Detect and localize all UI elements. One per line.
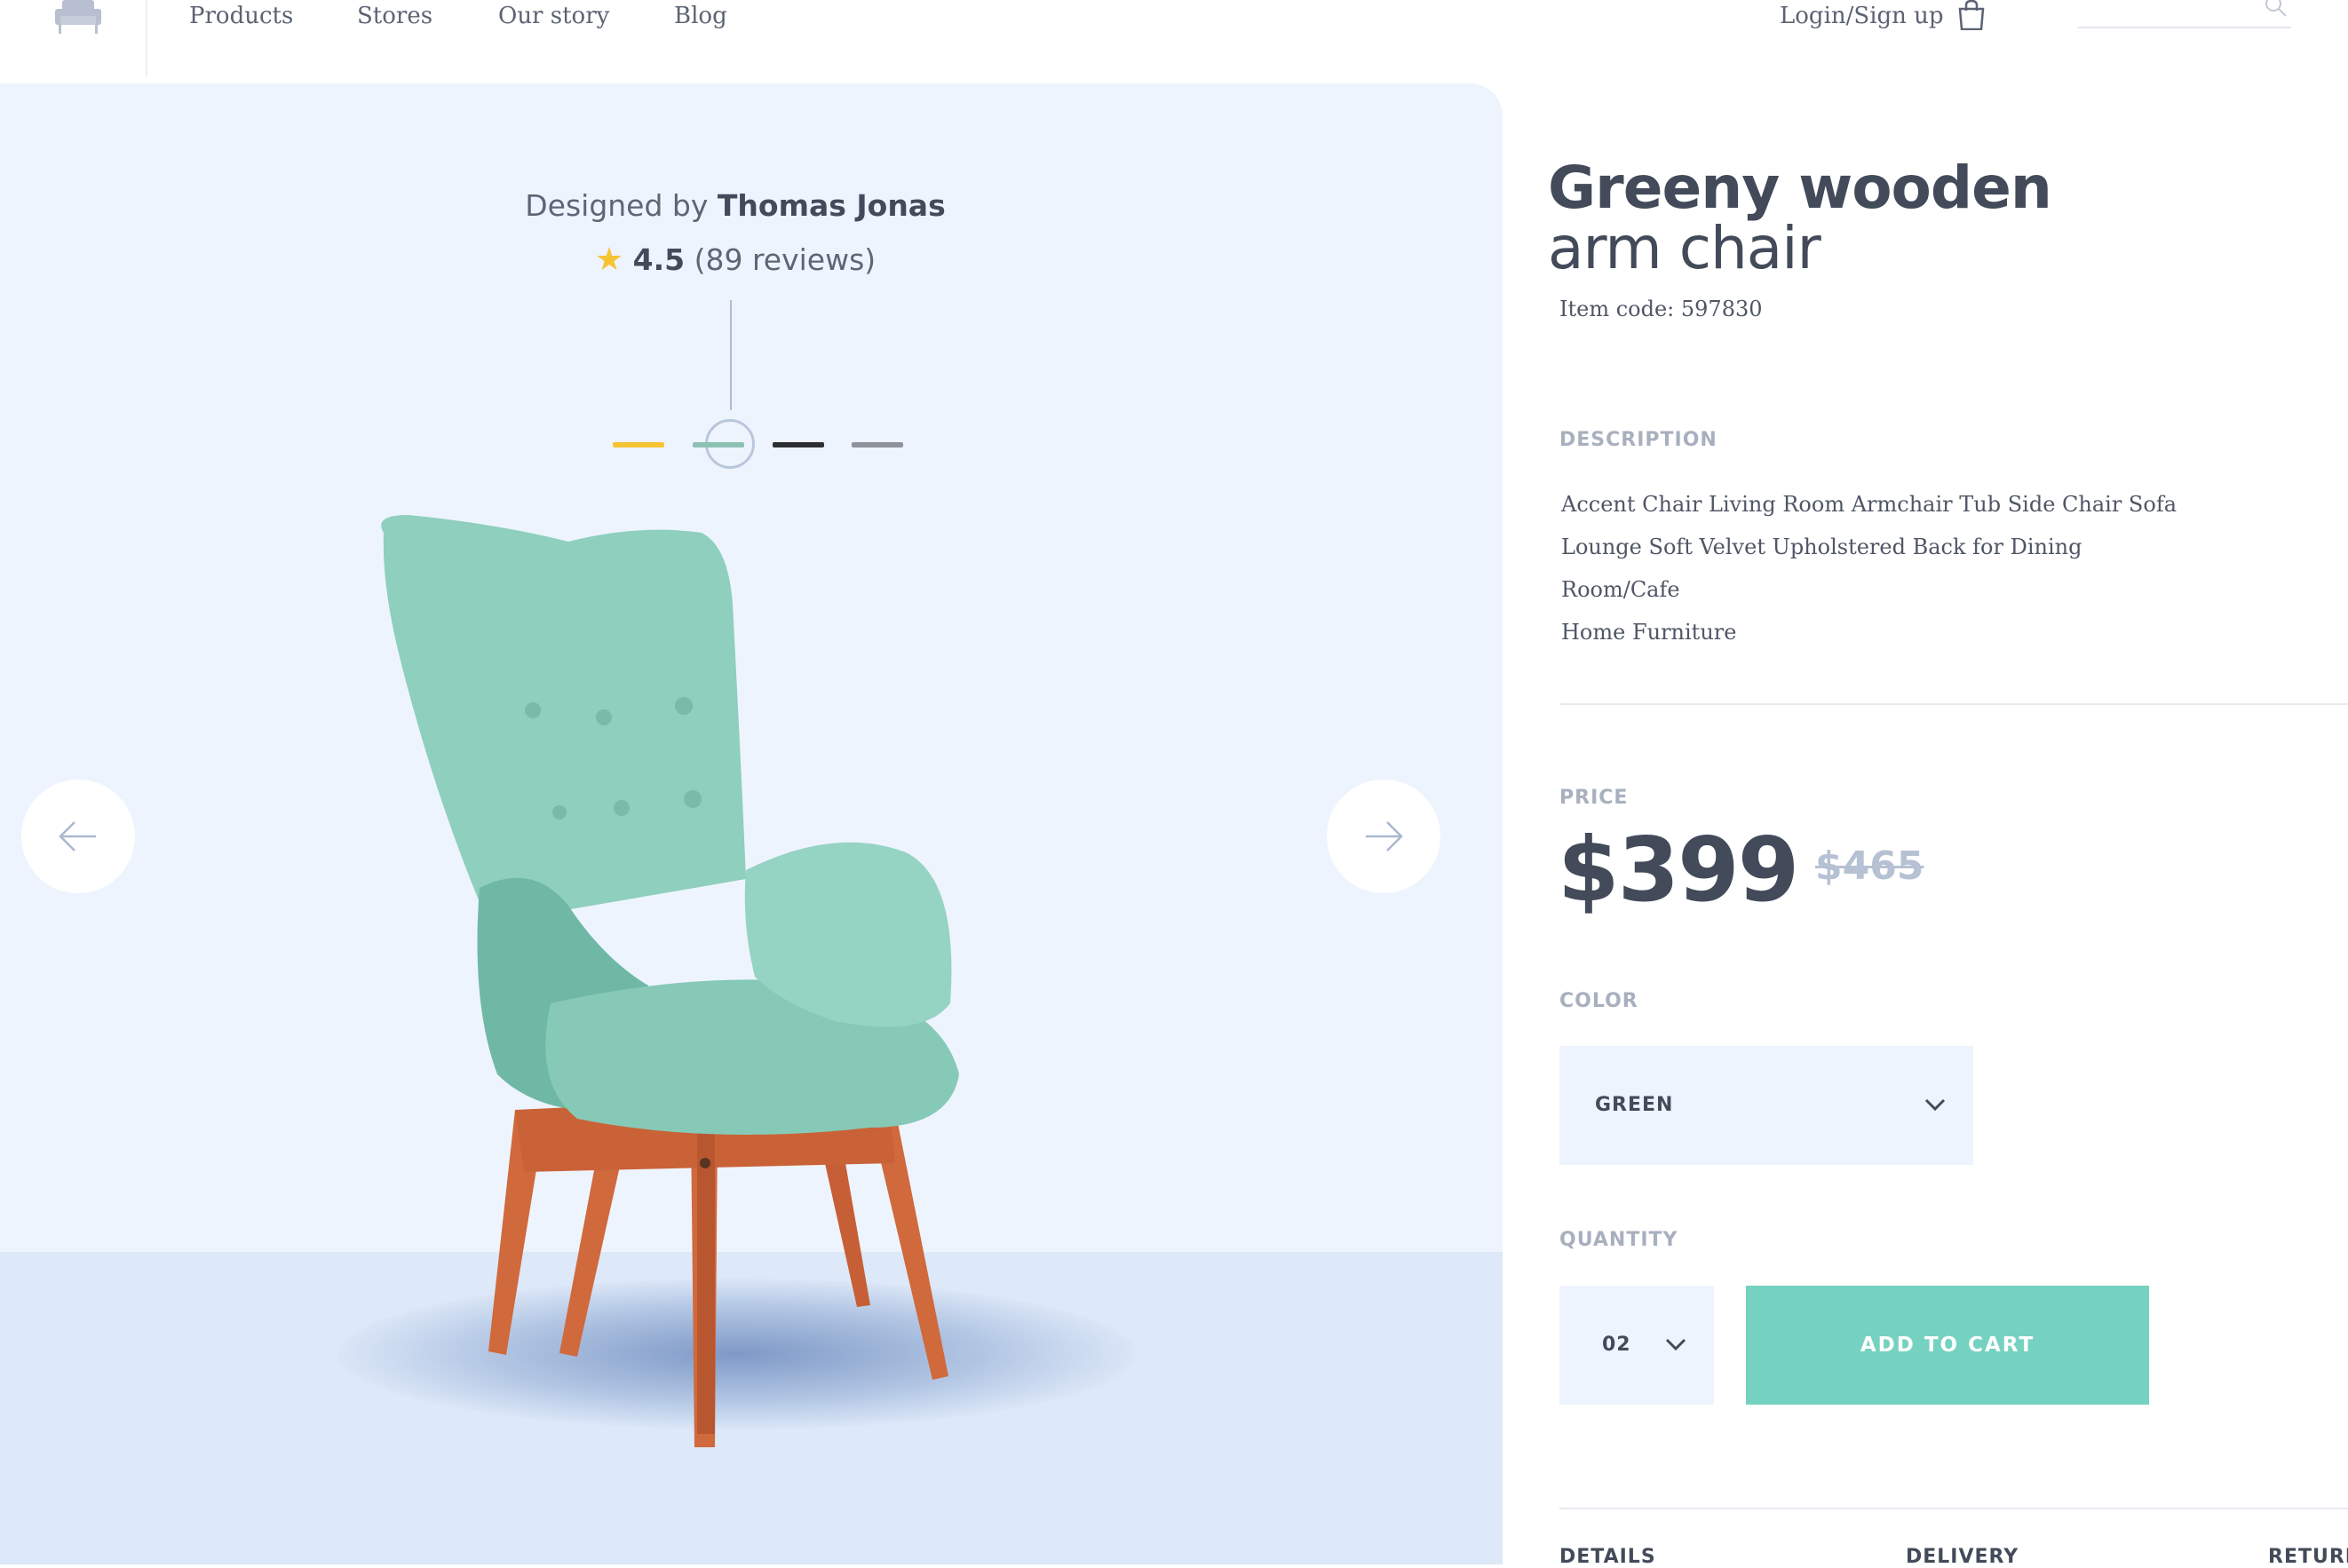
- review-count[interactable]: (89 reviews): [694, 242, 877, 277]
- armchair-logo-icon[interactable]: [53, 0, 103, 34]
- nav-stores[interactable]: Stores: [357, 0, 432, 32]
- armchair-product-image: [381, 515, 959, 1447]
- arrow-left-icon: [59, 821, 96, 851]
- nav-our-story[interactable]: Our story: [498, 0, 609, 32]
- tab-details[interactable]: DETAILS: [1559, 1547, 1656, 1568]
- original-price: $465: [1815, 843, 1924, 889]
- description-label: DESCRIPTION: [1559, 429, 1717, 451]
- search-bar[interactable]: [2078, 0, 2291, 28]
- arrow-right-icon: [1366, 821, 1403, 851]
- color-swatch-yellow[interactable]: [613, 442, 664, 447]
- previous-image-button[interactable]: [21, 780, 135, 893]
- search-icon[interactable]: [2265, 0, 2288, 18]
- rating-summary[interactable]: ★ 4.5 (89 reviews): [0, 242, 1471, 278]
- color-swatch-black[interactable]: [773, 442, 824, 447]
- color-select-value: GREEN: [1595, 1094, 1674, 1116]
- add-to-cart-button[interactable]: ADD TO CART: [1746, 1286, 2149, 1405]
- product-subtitle: arm chair: [1548, 214, 1821, 282]
- rating-connector-line: [730, 300, 732, 410]
- color-select[interactable]: GREEN: [1559, 1046, 1973, 1165]
- chevron-down-icon: [1924, 1098, 1946, 1112]
- header-divider: [146, 0, 147, 76]
- next-image-button[interactable]: [1327, 780, 1440, 893]
- chevron-down-icon: [1665, 1338, 1686, 1351]
- quantity-select[interactable]: 02: [1559, 1286, 1714, 1405]
- divider: [1559, 703, 2348, 705]
- description-line: Accent Chair Living Room Armchair Tub Si…: [1561, 492, 2177, 517]
- login-signup-link[interactable]: Login/Sign up: [1780, 0, 1944, 32]
- item-code: Item code: 597830: [1559, 297, 1763, 321]
- shopping-bag-icon[interactable]: [1955, 0, 1987, 30]
- quantity-select-value: 02: [1602, 1334, 1631, 1356]
- description-line: Lounge Soft Velvet Upholstered Back for …: [1561, 535, 2082, 602]
- color-swatch-green[interactable]: [693, 442, 744, 447]
- product-description: Accent Chair Living Room Armchair Tub Si…: [1561, 483, 2201, 653]
- price-label: PRICE: [1559, 787, 1629, 809]
- nav-products[interactable]: Products: [189, 0, 293, 32]
- description-line: Home Furniture: [1561, 620, 1737, 645]
- nav-blog[interactable]: Blog: [674, 0, 727, 32]
- color-label: COLOR: [1559, 990, 1638, 1012]
- search-input[interactable]: [2078, 0, 2254, 25]
- divider: [1559, 1508, 2348, 1509]
- designer-name[interactable]: Thomas Jonas: [718, 188, 946, 223]
- tab-delivery[interactable]: DELIVERY: [1906, 1547, 2019, 1568]
- star-icon: ★: [594, 242, 624, 278]
- rating-value: 4.5: [632, 242, 686, 277]
- tab-return[interactable]: RETURN: [2268, 1547, 2348, 1568]
- color-swatch-gray[interactable]: [852, 442, 903, 447]
- quantity-label: QUANTITY: [1559, 1229, 1678, 1251]
- current-price: $399: [1558, 818, 1799, 922]
- designer-credit: Designed by Thomas Jonas: [0, 188, 1471, 223]
- designed-by-prefix: Designed by: [525, 188, 709, 223]
